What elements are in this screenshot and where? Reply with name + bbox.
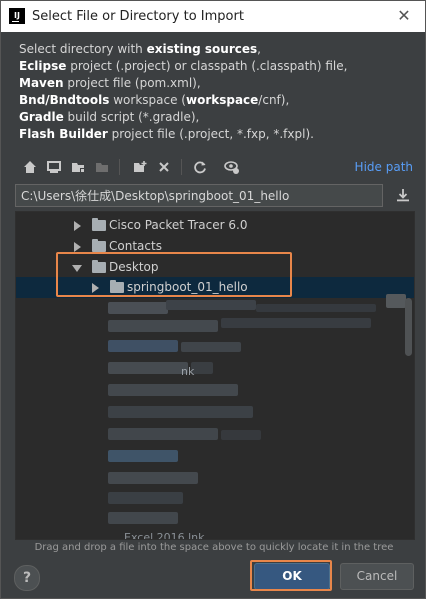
show-hidden-icon[interactable] [223,158,241,176]
tree-scrollbar[interactable] [405,298,412,356]
annotation-highlight-ok [250,560,332,591]
path-row: C:\Users\徐仕成\Desktop\springboot_01_hello [15,184,413,209]
obscured-label: Excel 2016 lnk [124,531,205,540]
description-text: Select directory with existing sources, … [19,42,348,141]
help-button[interactable]: ? [14,565,40,591]
intellij-icon: IJ [9,8,25,24]
folder-icon [92,218,106,231]
annotation-highlight-desktop [56,252,292,297]
window-title: Select File or Directory to Import [32,9,244,24]
project-icon[interactable] [69,158,87,176]
hide-path-link[interactable]: Hide path [355,160,413,174]
folder-icon [92,239,106,252]
file-chooser-toolbar: Hide path [17,155,417,179]
home-icon[interactable] [21,158,39,176]
download-icon[interactable] [395,187,413,205]
toolbar-separator [119,159,120,175]
close-icon[interactable]: ✕ [395,7,413,25]
path-input[interactable]: C:\Users\徐仕成\Desktop\springboot_01_hello [15,184,383,207]
desktop-icon[interactable] [45,158,63,176]
cancel-button[interactable]: Cancel [340,563,414,590]
title-bar: IJ Select File or Directory to Import ✕ [1,1,425,32]
new-folder-icon[interactable] [131,158,149,176]
delete-icon[interactable] [155,158,173,176]
expand-arrow-icon[interactable] [74,221,81,231]
expand-arrow-icon[interactable] [74,242,81,252]
tree-row[interactable]: Cisco Packet Tracer 6.0 [16,215,414,236]
module-icon[interactable] [93,158,111,176]
tree-row-label: Cisco Packet Tracer 6.0 [109,218,248,232]
toolbar-separator [181,159,182,175]
import-dialog: IJ Select File or Directory to Import ✕ … [0,0,426,599]
refresh-icon[interactable] [191,158,209,176]
obscured-label: nk [181,365,195,378]
tree-row-label: Contacts [109,239,162,253]
drag-drop-hint: Drag and drop a file into the space abov… [34,542,394,553]
